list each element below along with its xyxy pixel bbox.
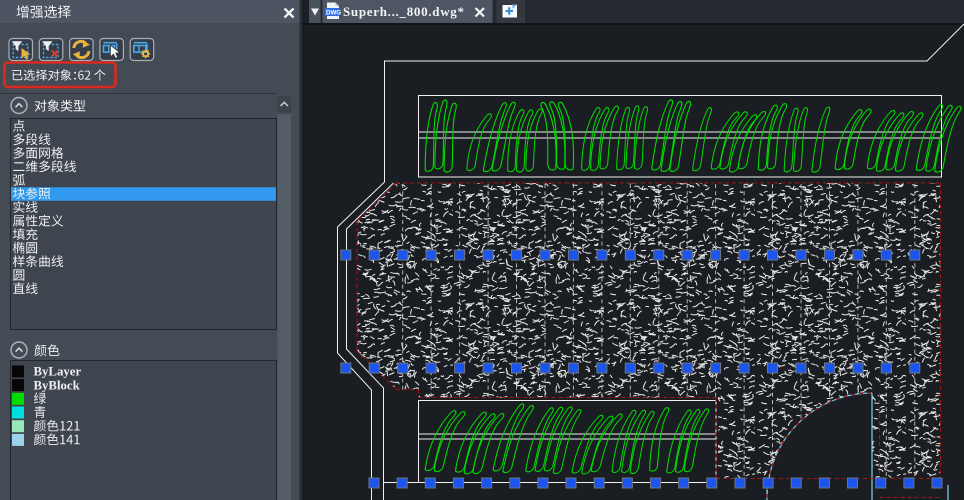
svg-text:ByLayer: ByLayer — [34, 365, 82, 379]
svg-text:ByBlock: ByBlock — [34, 378, 81, 392]
svg-text:Superh..._800.dwg*: Superh..._800.dwg* — [343, 4, 465, 19]
svg-text:DWG: DWG — [326, 10, 341, 17]
